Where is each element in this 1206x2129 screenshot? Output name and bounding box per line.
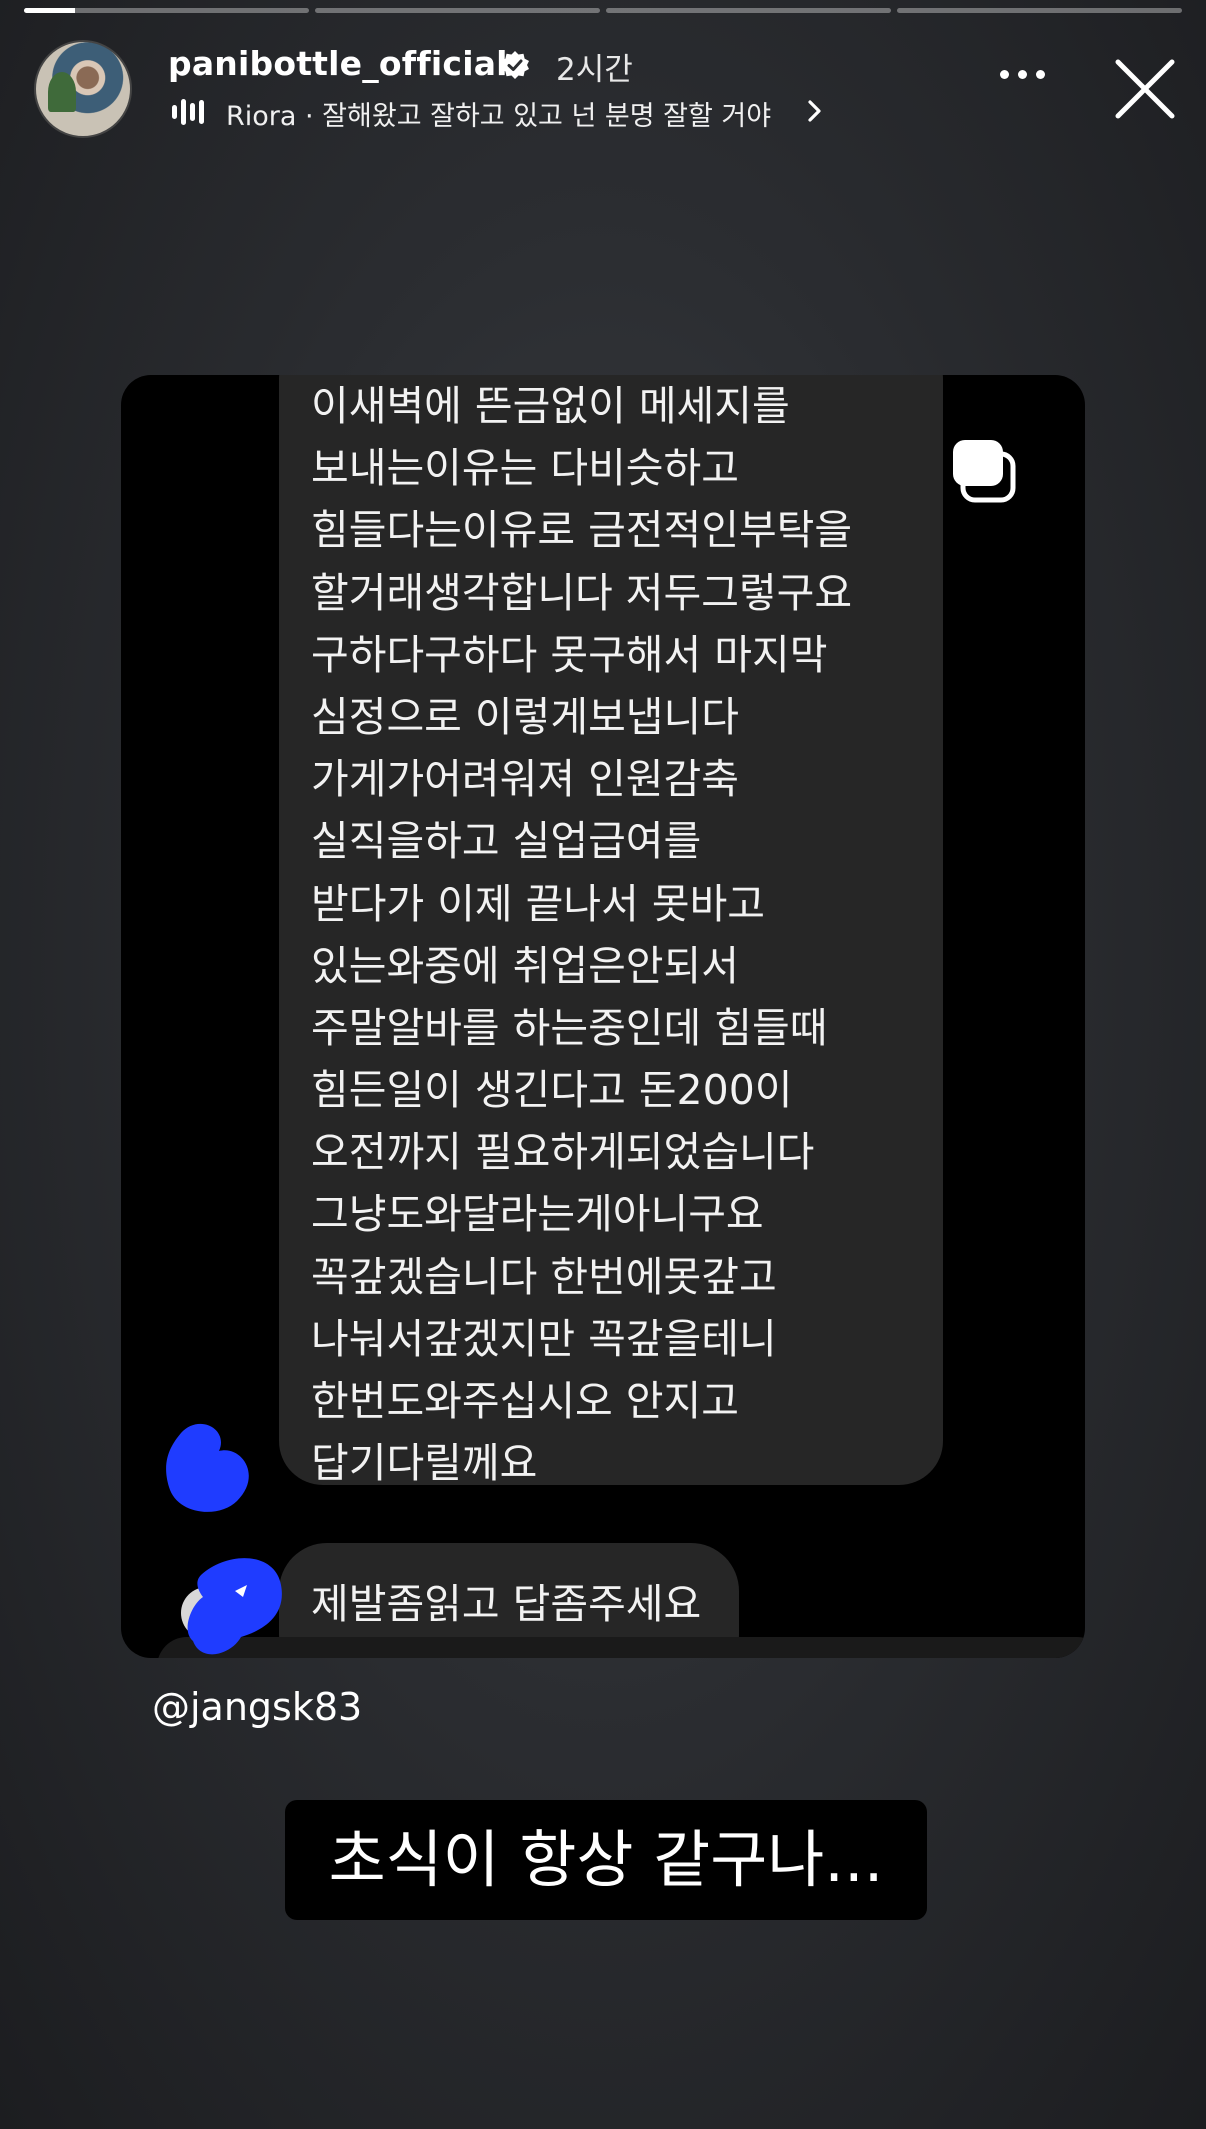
message-line: 가게가어려워져 인원감축 <box>311 755 739 804</box>
message-line: 나눠서갚겠지만 꼭갚을테니 <box>311 1314 777 1363</box>
redaction-scribble <box>181 1558 282 1655</box>
redaction-scribble <box>166 1423 249 1512</box>
progress-segment <box>897 8 1182 13</box>
followup-message: 제발좀읽고 답좀주세요 <box>311 1580 702 1628</box>
message-line: 심정으로 이렇게보냅니다 <box>311 692 739 741</box>
message-line: 받다가 이제 끝나서 못바고 <box>311 879 766 928</box>
progress-segment <box>606 8 891 13</box>
dot-icon <box>1000 70 1009 79</box>
progress-segment <box>24 8 309 13</box>
next-message-bubble <box>157 1637 1085 1658</box>
dot-icon <box>1036 70 1045 79</box>
verified-badge-icon <box>501 51 529 79</box>
message-line: 그냥도와달라는게아니구요 <box>311 1190 764 1239</box>
message-line: 주말알바를 하는중인데 힘들때 <box>311 1003 828 1052</box>
progress-segment <box>315 8 600 13</box>
username[interactable]: panibottle_official <box>168 44 508 83</box>
message-line: 답기다릴께요 <box>311 1439 538 1488</box>
message-line: 있는와중에 취업은안되서 <box>311 941 739 990</box>
message-line: 이새벽에 뜬금없이 메세지를 <box>311 382 790 430</box>
message-line: 보내는이유는 다비슷하고 <box>311 444 739 493</box>
message-line: 실직을하고 실업급여를 <box>311 817 702 866</box>
music-bars-icon <box>172 98 206 126</box>
chevron-right-icon[interactable] <box>804 98 826 124</box>
music-track[interactable]: Riora · 잘해왔고 잘하고 있고 넌 분명 잘할 거야 <box>226 94 771 133</box>
close-icon[interactable] <box>1112 56 1178 122</box>
post-time: 2시간 <box>556 52 633 88</box>
message-line: 할거래생각합니다 저두그렇구요 <box>311 568 853 617</box>
message-line: 한번도와주십시오 안지고 <box>311 1377 739 1425</box>
more-options-button[interactable] <box>1000 70 1045 79</box>
copy-icon <box>953 440 1016 503</box>
story-progress <box>24 8 1182 13</box>
story-caption: 초식이 항상 같구나... <box>328 1823 884 1896</box>
dot-icon <box>1018 70 1027 79</box>
message-line: 힘들다는이유로 금전적인부탁을 <box>311 506 853 555</box>
message-line: 구하다구하다 못구해서 마지막 <box>311 630 828 679</box>
mention-sticker[interactable]: @jangsk83 <box>152 1685 362 1729</box>
message-screenshot: 이새벽에 뜬금없이 메세지를 보내는이유는 다비슷하고 힘들다는이유로 금전적인… <box>121 375 1085 1658</box>
message-line: 오전까지 필요하게되었습니다 <box>311 1128 815 1177</box>
message-line: 힘든일이 생긴다고 돈200이 <box>311 1066 793 1115</box>
avatar[interactable] <box>34 40 132 138</box>
message-line: 꼭갚겠습니다 한번에못갚고 <box>311 1252 777 1301</box>
message-text: 이새벽에 뜬금없이 메세지를 보내는이유는 다비슷하고 힘들다는이유로 금전적인… <box>311 375 931 1494</box>
